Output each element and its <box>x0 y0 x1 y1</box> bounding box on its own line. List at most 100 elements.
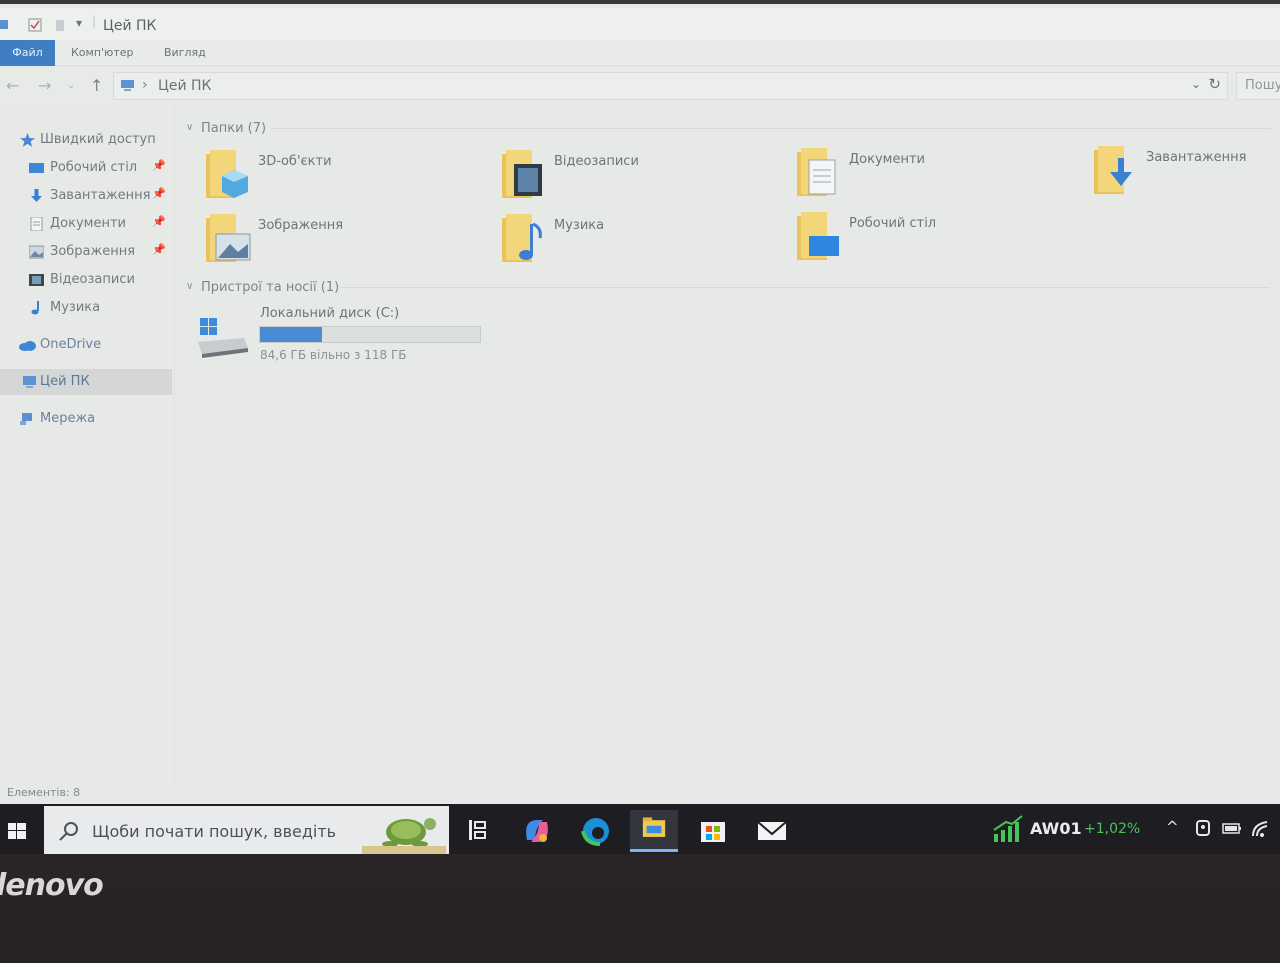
microsoft-store-icon[interactable] <box>689 810 737 852</box>
screen: ▾ | Цей ПК Файл Комп'ютер Вигляд ← → ⌄ ↑… <box>0 4 1280 854</box>
pictures-folder-icon <box>206 214 251 262</box>
breadcrumb-this-pc[interactable]: Цей ПК <box>158 78 212 94</box>
sidebar-item-label: Документи <box>50 216 126 231</box>
group-label: Папки (7) <box>201 121 267 136</box>
folder-desktop[interactable]: Робочий стіл <box>795 210 1085 270</box>
group-label: Пристрої та носії (1) <box>201 280 340 295</box>
task-view-icon[interactable] <box>453 810 501 852</box>
sidebar-item-music[interactable]: Музика <box>0 295 172 321</box>
3d-objects-folder-icon <box>206 150 248 198</box>
sidebar-item-documents[interactable]: Документи 📌 <box>0 211 172 237</box>
ribbon-tabs: Файл Комп'ютер Вигляд <box>0 40 1280 66</box>
explorer-app-icon <box>0 20 8 29</box>
drive-name: Локальний диск (C:) <box>260 306 400 321</box>
tab-file[interactable]: Файл <box>0 40 55 66</box>
drive-free-space: 84,6 ГБ вільно з 118 ГБ <box>260 348 407 362</box>
taskbar: Щоби почати пошук, введіть AW01 +1,02% ^ <box>0 804 1280 854</box>
sidebar-item-this-pc[interactable]: Цей ПК <box>0 369 172 395</box>
pin-icon[interactable]: 📌 <box>152 243 166 256</box>
sidebar-item-label: Зображення <box>50 244 136 259</box>
status-bar: Елементів: 8 <box>0 784 1280 804</box>
folder-pictures[interactable]: Зображення <box>204 212 494 272</box>
sidebar-item-videos[interactable]: Відеозаписи <box>0 267 172 293</box>
sidebar-item-label: Музика <box>50 300 101 315</box>
new-folder-icon[interactable] <box>54 18 68 32</box>
folder-label: Відеозаписи <box>554 154 639 169</box>
cloud-icon <box>19 341 36 351</box>
pin-icon[interactable]: 📌 <box>152 159 166 172</box>
sidebar-item-desktop[interactable]: Робочий стіл 📌 <box>0 155 172 181</box>
back-arrow-icon[interactable]: ← <box>6 76 19 95</box>
desktop-folder-icon <box>797 212 839 260</box>
computer-icon <box>121 80 134 91</box>
folder-label: Зображення <box>258 218 344 233</box>
sidebar-item-label: Швидкий доступ <box>40 132 156 147</box>
search-icon <box>59 822 78 841</box>
sidebar-item-label: Завантаження <box>50 188 151 203</box>
folder-label: Завантаження <box>1146 150 1247 165</box>
sidebar-item-network[interactable]: Мережа <box>0 406 172 432</box>
sidebar-item-downloads[interactable]: Завантаження 📌 <box>0 183 172 209</box>
forward-arrow-icon[interactable]: → <box>38 76 51 95</box>
recent-locations-icon[interactable]: ⌄ <box>67 80 75 91</box>
folder-videos[interactable]: Відеозаписи <box>500 148 790 208</box>
chevron-up-icon[interactable]: ^ <box>1166 818 1186 840</box>
up-arrow-icon[interactable]: ↑ <box>90 76 103 95</box>
address-bar[interactable]: › Цей ПК ⌄ ↻ <box>113 72 1228 100</box>
group-divider <box>271 128 1271 129</box>
copilot-icon[interactable] <box>513 810 561 852</box>
pin-icon[interactable]: 📌 <box>152 215 166 228</box>
sidebar-item-label: Робочий стіл <box>50 160 138 175</box>
window-title: Цей ПК <box>103 18 157 34</box>
file-explorer-icon[interactable] <box>630 810 678 852</box>
search-highlight-turtle-icon <box>362 818 446 854</box>
folder-music[interactable]: Музика <box>500 212 790 272</box>
sidebar-item-label: Мережа <box>40 411 96 426</box>
star-icon <box>20 133 35 147</box>
sidebar-item-pictures[interactable]: Зображення 📌 <box>0 239 172 265</box>
wifi-icon[interactable] <box>1251 818 1271 840</box>
tab-view[interactable]: Вигляд <box>164 40 206 66</box>
collapse-chevron-icon[interactable]: ∨ <box>186 122 193 133</box>
customize-toolbar-icon[interactable]: ▾ <box>76 16 82 30</box>
music-folder-icon <box>502 214 542 262</box>
address-toolbar: ← → ⌄ ↑ › Цей ПК ⌄ ↻ Пошу <box>0 68 1280 104</box>
sidebar-item-label: Відеозаписи <box>50 272 135 287</box>
mail-icon[interactable] <box>748 810 796 852</box>
collapse-chevron-icon[interactable]: ∨ <box>186 281 193 292</box>
folder-downloads[interactable]: Завантаження <box>1092 144 1280 204</box>
folder-label: Музика <box>554 218 605 233</box>
network-icon <box>20 413 32 425</box>
computer-icon <box>23 376 36 388</box>
sidebar-item-onedrive[interactable]: OneDrive <box>0 332 172 358</box>
edge-browser-icon[interactable] <box>572 810 620 852</box>
address-dropdown-icon[interactable]: ⌄ <box>1191 77 1201 91</box>
meet-now-icon[interactable] <box>1194 818 1214 840</box>
windows-start-icon[interactable] <box>0 804 44 854</box>
folder-label: Документи <box>849 152 925 167</box>
title-bar: ▾ | Цей ПК <box>0 8 1280 40</box>
battery-icon[interactable] <box>1222 818 1242 840</box>
breadcrumb-separator-icon[interactable]: › <box>142 77 148 93</box>
sidebar-item-quick-access[interactable]: Швидкий доступ <box>0 127 172 153</box>
refresh-icon[interactable]: ↻ <box>1208 75 1221 93</box>
music-note-icon <box>31 301 39 315</box>
pin-icon[interactable]: 📌 <box>152 187 166 200</box>
tab-computer[interactable]: Комп'ютер <box>71 40 133 66</box>
item-count: Елементів: 8 <box>7 786 81 799</box>
lenovo-logo: lenovo <box>0 868 104 903</box>
content-pane: ∨ Папки (7) 3D-об'єкти Відеозаписи Докум… <box>176 104 1280 784</box>
drive-local-c[interactable]: Локальний диск (C:) 84,6 ГБ вільно з 118… <box>196 304 496 368</box>
taskbar-search-box[interactable]: Щоби почати пошук, введіть <box>44 806 449 854</box>
properties-icon[interactable] <box>28 18 42 32</box>
document-icon <box>30 217 43 231</box>
search-input[interactable]: Пошу <box>1236 72 1280 100</box>
desktop-icon <box>29 163 44 173</box>
downloads-folder-icon <box>1094 146 1132 194</box>
folder-documents[interactable]: Документи <box>795 146 1085 206</box>
taskbar-search-placeholder: Щоби почати пошук, введіть <box>92 822 337 841</box>
folder-3d-objects[interactable]: 3D-об'єкти <box>204 148 494 208</box>
title-divider: | <box>92 14 97 28</box>
navigation-pane: Швидкий доступ Робочий стіл 📌 Завантажен… <box>0 104 175 784</box>
stock-widget[interactable]: AW01 +1,02% <box>992 814 1152 848</box>
